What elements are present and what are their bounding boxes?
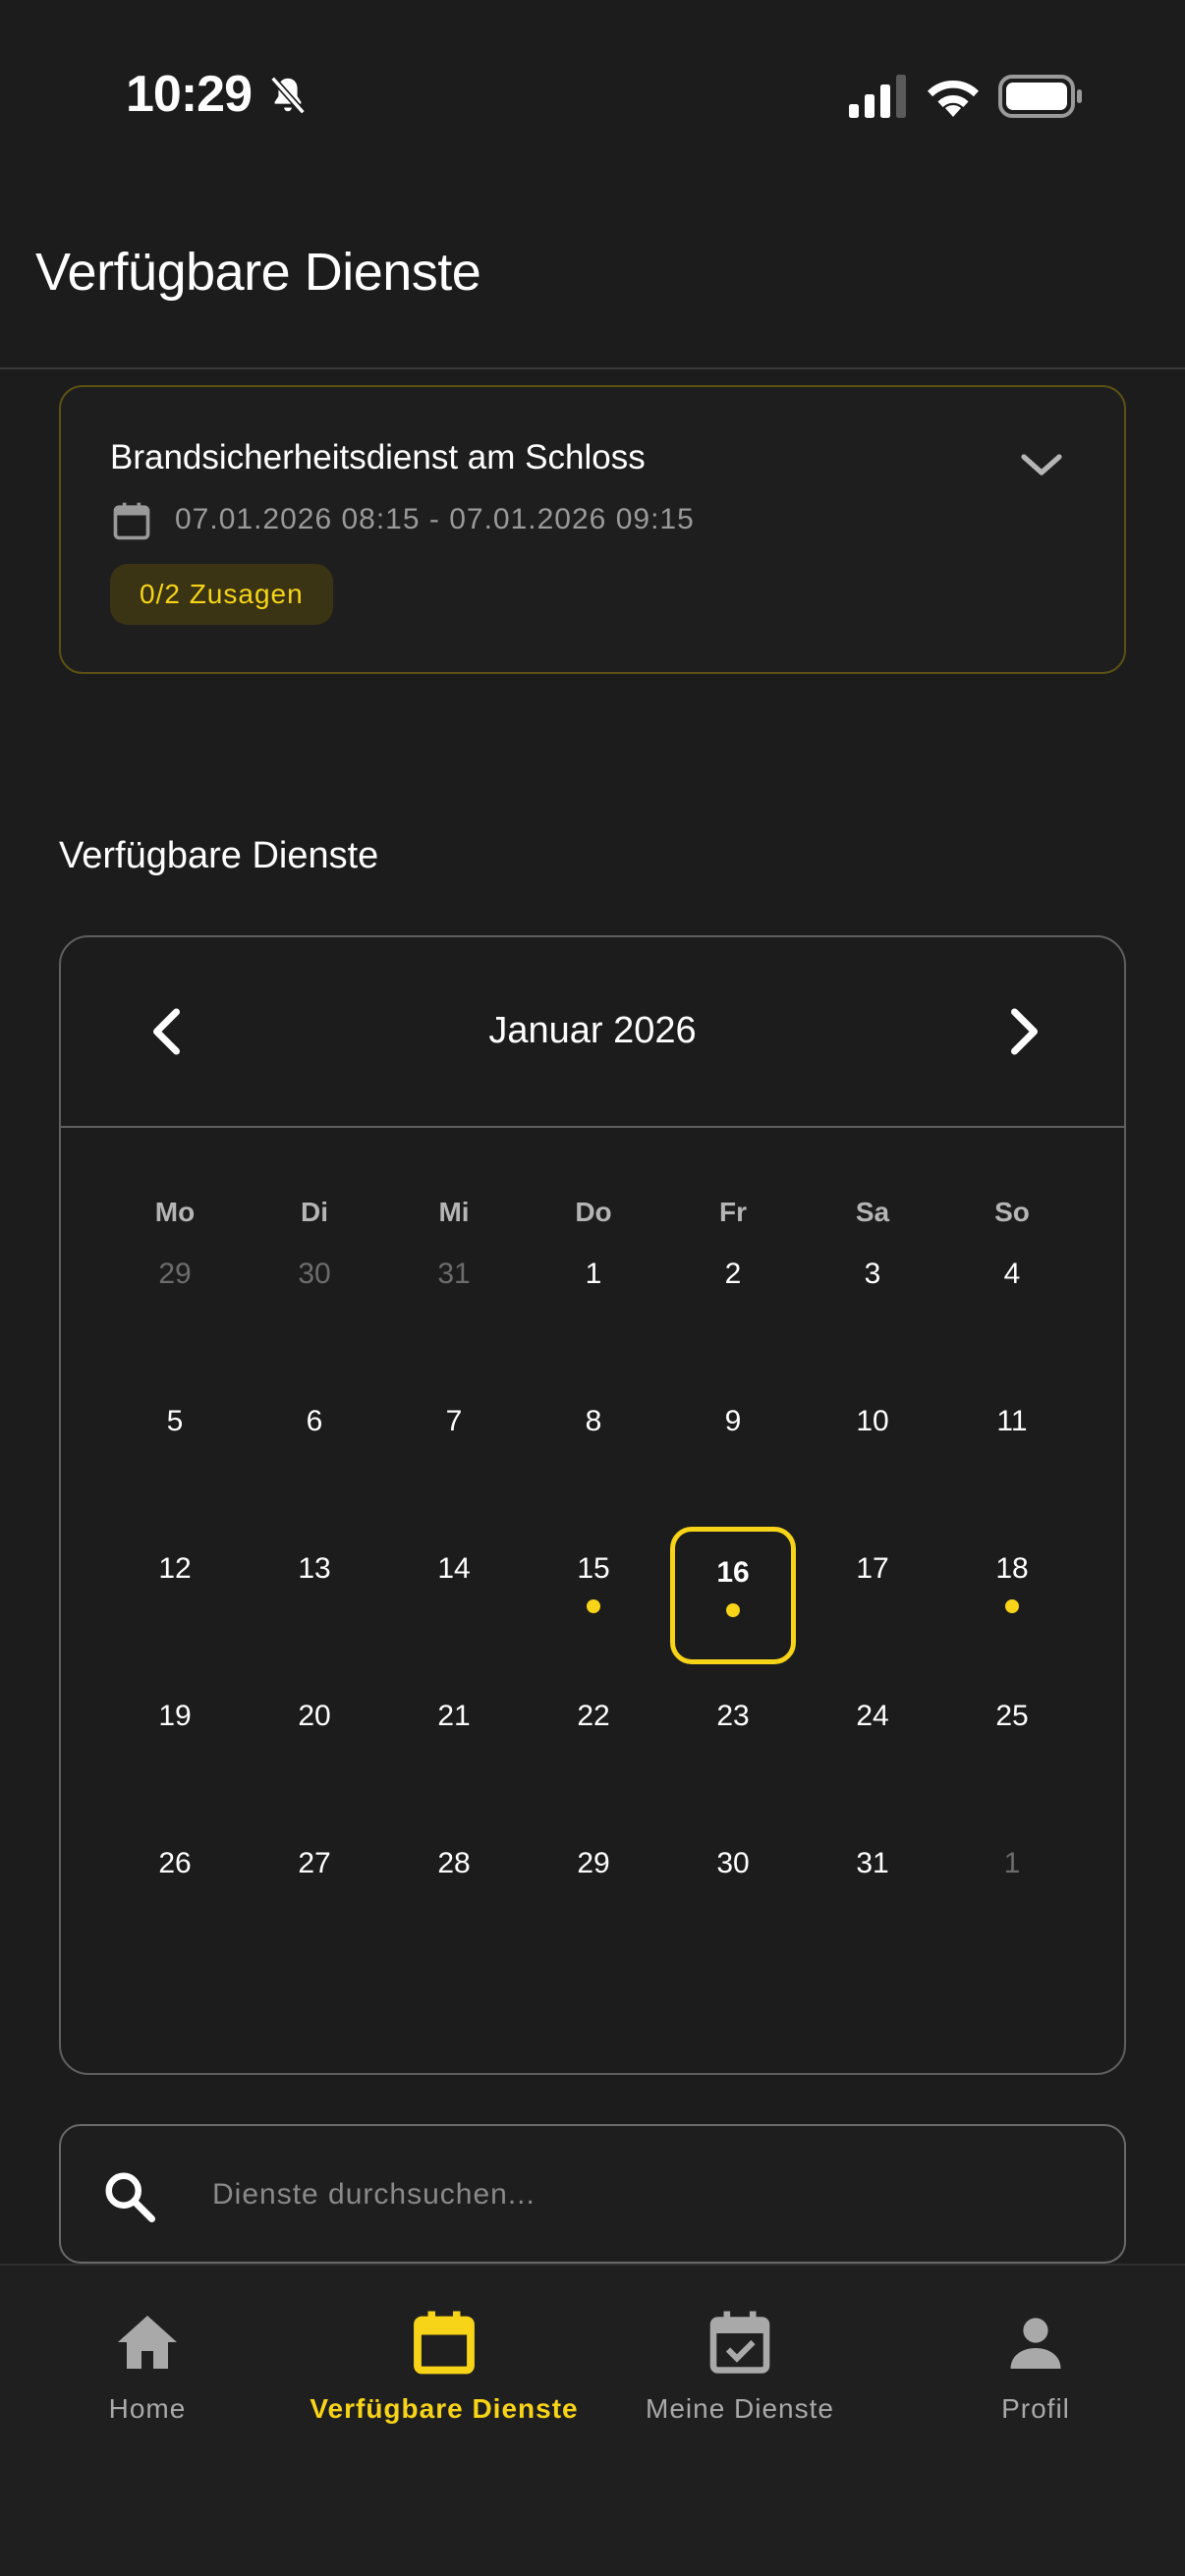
nav-item-profil[interactable]: Profil xyxy=(939,2266,1132,2462)
shift-datetime: 07.01.2026 08:15 - 07.01.2026 09:15 xyxy=(175,503,695,535)
shift-card[interactable]: Brandsicherheitsdienst am Schloss 07.01.… xyxy=(59,385,1126,674)
nav-item-meine-dienste[interactable]: Meine Dienste xyxy=(629,2266,851,2462)
calendar-day[interactable]: 31 xyxy=(405,1258,503,1291)
status-badge: 0/2 Zusagen xyxy=(110,564,333,625)
nav-item-home[interactable]: Home xyxy=(49,2266,246,2462)
calendar-day[interactable]: 1 xyxy=(963,1847,1061,1880)
calendar-day[interactable]: 30 xyxy=(265,1258,364,1291)
shift-title: Brandsicherheitsdienst am Schloss xyxy=(110,438,646,476)
weekday-label: Di xyxy=(301,1197,328,1227)
calendar-day[interactable]: 15 xyxy=(544,1552,643,1586)
calendar-day[interactable]: 20 xyxy=(265,1700,364,1733)
calendar: Januar 2026 Mo Di Mi Do Fr Sa So 29 30 31 1 2 3 4 5 6 7 8… xyxy=(59,935,1126,2075)
weekday-label: Do xyxy=(575,1197,612,1227)
weekday-label: So xyxy=(994,1197,1030,1227)
calendar-day[interactable]: 24 xyxy=(823,1700,922,1733)
calendar-day[interactable]: 13 xyxy=(265,1552,364,1586)
calendar-day[interactable]: 22 xyxy=(544,1700,643,1733)
calendar-check-icon xyxy=(709,2311,770,2374)
calendar-day[interactable]: 4 xyxy=(963,1258,1061,1291)
calendar-day[interactable]: 26 xyxy=(126,1847,224,1880)
search-input[interactable] xyxy=(212,2165,1077,2224)
calendar-day[interactable]: 8 xyxy=(544,1405,643,1438)
calendar-day[interactable]: 1 xyxy=(544,1258,643,1291)
calendar-day[interactable]: 9 xyxy=(684,1405,782,1438)
calendar-day[interactable]: 27 xyxy=(265,1847,364,1880)
calendar-day[interactable]: 3 xyxy=(823,1258,922,1291)
calendar-icon xyxy=(113,502,150,540)
event-dot xyxy=(587,1599,600,1613)
search-bar[interactable] xyxy=(59,2124,1126,2264)
calendar-day[interactable]: 14 xyxy=(405,1552,503,1586)
status-bar: 10:29 xyxy=(0,0,1185,196)
calendar-day[interactable]: 30 xyxy=(684,1847,782,1880)
calendar-day[interactable]: 25 xyxy=(963,1700,1061,1733)
home-icon xyxy=(118,2316,177,2369)
calendar-day[interactable]: 28 xyxy=(405,1847,503,1880)
calendar-day[interactable]: 29 xyxy=(126,1258,224,1291)
battery-icon xyxy=(998,75,1082,118)
nav-item-verfuegbare-dienste[interactable]: Verfügbare Dienste xyxy=(295,2266,593,2462)
calendar-header: Januar 2026 xyxy=(61,937,1124,1128)
calendar-day[interactable]: 11 xyxy=(963,1405,1061,1438)
chevron-down-icon[interactable] xyxy=(1018,450,1065,479)
calendar-day[interactable]: 6 xyxy=(265,1405,364,1438)
chevron-right-icon[interactable] xyxy=(992,1002,1051,1061)
calendar-day[interactable]: 31 xyxy=(823,1847,922,1880)
calendar-icon xyxy=(414,2311,475,2375)
page-title: Verfügbare Dienste xyxy=(35,243,481,302)
selected-day-highlight xyxy=(670,1527,796,1664)
weekday-label: Mo xyxy=(154,1197,196,1227)
calendar-day[interactable]: 12 xyxy=(126,1552,224,1586)
nav-label-home: Home xyxy=(108,2393,187,2424)
calendar-day[interactable]: 7 xyxy=(405,1405,503,1438)
calendar-day[interactable]: 10 xyxy=(823,1405,922,1438)
calendar-day-selected[interactable]: 16 xyxy=(684,1556,782,1590)
calendar-day[interactable]: 5 xyxy=(126,1405,224,1438)
weekday-label: Sa xyxy=(855,1197,890,1227)
calendar-day[interactable]: 18 xyxy=(963,1552,1061,1586)
signal-icon xyxy=(849,75,906,118)
calendar-day[interactable]: 19 xyxy=(126,1700,224,1733)
calendar-day[interactable]: 17 xyxy=(823,1552,922,1586)
person-icon xyxy=(1010,2318,1061,2369)
nav-label-profil: Profil xyxy=(1001,2393,1070,2424)
weekday-label: Fr xyxy=(719,1197,747,1227)
event-dot xyxy=(726,1603,740,1617)
bottom-nav: Home Verfügbare Dienste Meine Dienste Pr… xyxy=(0,2264,1185,2576)
calendar-day[interactable]: 21 xyxy=(405,1700,503,1733)
status-time: 10:29 xyxy=(126,66,253,123)
calendar-day[interactable]: 2 xyxy=(684,1258,782,1291)
wifi-icon xyxy=(928,80,979,117)
weekday-label: Mi xyxy=(438,1197,470,1227)
month-label: Januar 2026 xyxy=(488,1010,697,1051)
header-divider xyxy=(0,367,1185,369)
nav-label-verfuegbare-dienste: Verfügbare Dienste xyxy=(310,2393,579,2424)
calendar-day[interactable]: 29 xyxy=(544,1847,643,1880)
search-icon xyxy=(105,2172,155,2222)
bell-slash-icon xyxy=(270,76,306,115)
calendar-day[interactable]: 23 xyxy=(684,1700,782,1733)
nav-label-meine-dienste: Meine Dienste xyxy=(646,2393,834,2424)
section-title: Verfügbare Dienste xyxy=(59,835,379,876)
event-dot xyxy=(1005,1599,1019,1613)
